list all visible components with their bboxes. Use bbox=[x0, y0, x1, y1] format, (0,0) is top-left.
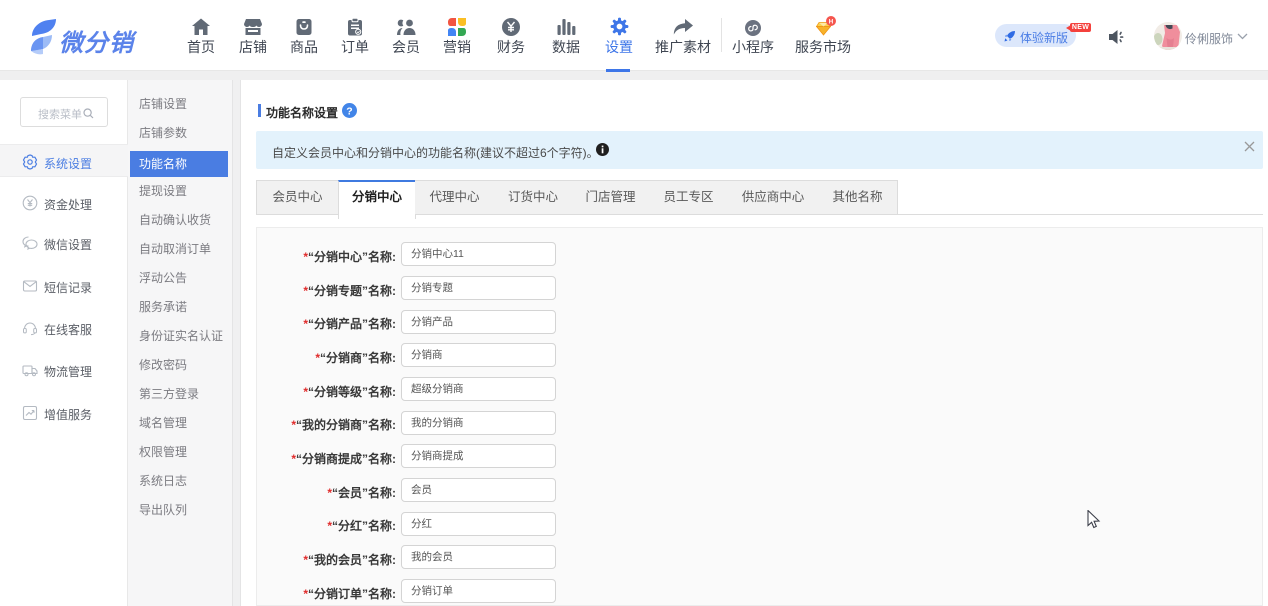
svg-text:H: H bbox=[829, 18, 834, 25]
svg-text:?: ? bbox=[346, 105, 352, 117]
